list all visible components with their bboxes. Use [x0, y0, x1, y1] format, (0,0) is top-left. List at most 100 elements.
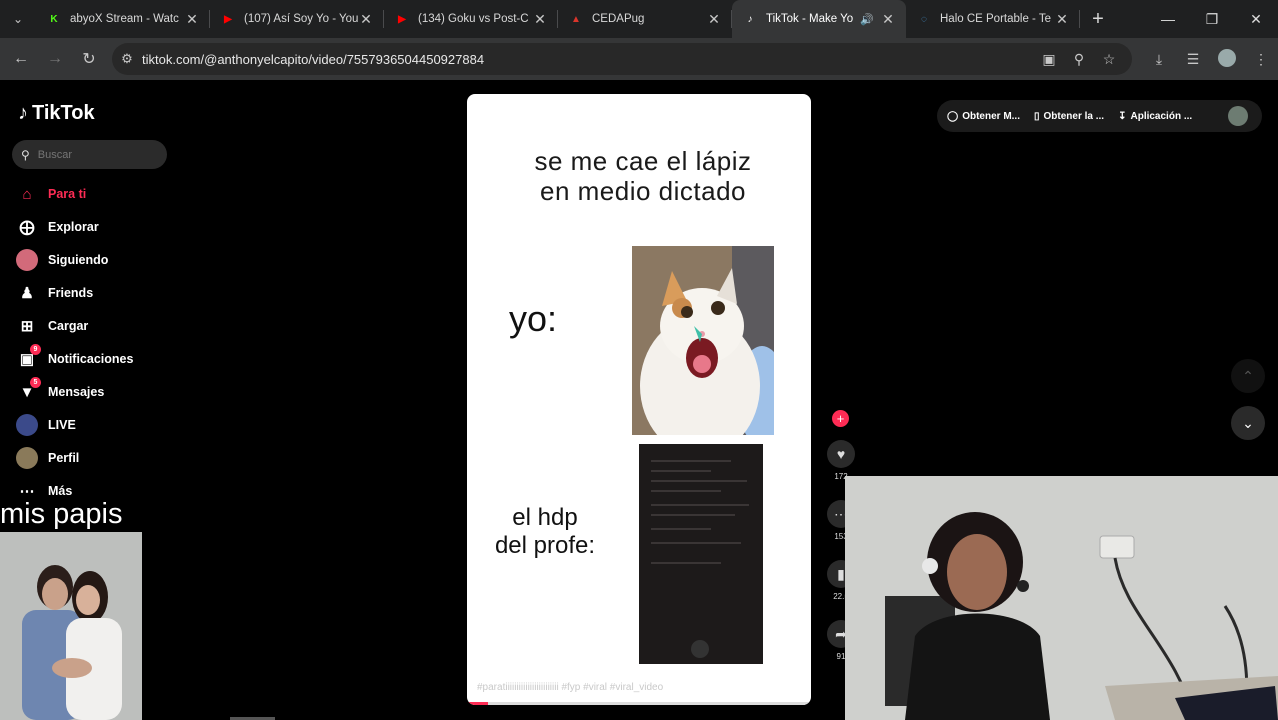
sidebar-item-siguiendo[interactable]: Siguiendo	[16, 248, 108, 272]
speaker-icon[interactable]: 🔊	[860, 13, 874, 26]
sidebar-item-label: Siguiendo	[48, 253, 109, 267]
compass-icon: ⨁	[19, 219, 35, 236]
profile-icon[interactable]	[1210, 48, 1244, 70]
tab-title: TikTok - Make Yo	[766, 13, 854, 25]
toolbar: ← → ↻ ⚙ tiktok.com/@anthonyelcapito/vide…	[0, 38, 1278, 80]
video-progress-bar[interactable]	[467, 702, 811, 705]
inbox-icon: ▣ 9	[16, 344, 41, 370]
tab-title: (134) Goku vs Post-C	[418, 13, 529, 25]
live-icon	[16, 414, 38, 436]
site-settings-icon[interactable]: ⚙	[112, 51, 142, 67]
like-action[interactable]: ♥ 172	[826, 440, 856, 481]
close-tab-icon[interactable]: ✕	[184, 11, 200, 28]
browser-tab[interactable]: ◌ Halo CE Portable - Te ✕	[906, 0, 1080, 38]
coin-icon: ◯	[947, 110, 959, 122]
tab-title: (107) Así Soy Yo - You	[244, 13, 358, 25]
sidebar-item-cargar[interactable]: ⊞ Cargar	[16, 314, 89, 338]
menu-icon[interactable]: ⋮	[1244, 51, 1278, 68]
tiktok-page: ♪ TikTok ⚲ ⌂ Para ti ⨁ Explorar Siguiendo ♟ Fr…	[0, 80, 1278, 720]
user-avatar[interactable]	[1228, 106, 1248, 126]
open-in-app-icon[interactable]: ▣	[1034, 51, 1064, 68]
sidebar-item-para-ti[interactable]: ⌂ Para ti	[16, 182, 86, 206]
sidebar-item-label: Más	[48, 484, 73, 498]
youtube-icon: ▶	[398, 13, 406, 25]
sidebar-item-perfil[interactable]: Perfil	[16, 446, 79, 470]
close-tab-icon[interactable]: ✕	[1054, 11, 1070, 28]
prev-video-chevron-up-icon[interactable]: ⌃	[1231, 359, 1265, 393]
label-yo: yo:	[509, 298, 558, 339]
sidebar-item-notificaciones[interactable]: ▣ 9 Notificaciones	[16, 344, 134, 371]
desktop-app-button[interactable]: ↧ Aplicación ...	[1118, 111, 1192, 122]
notification-badge: 9	[30, 344, 41, 355]
upload-icon: ⊞	[20, 318, 34, 335]
next-video-chevron-down-icon[interactable]: ⌄	[1231, 406, 1265, 440]
browser-tab[interactable]: ▲ CEDAPug ✕	[558, 0, 732, 38]
window-controls: — ❐ ✕	[1146, 0, 1278, 38]
youtube-icon: ▶	[224, 13, 232, 25]
sidebar-item-explorar[interactable]: ⨁ Explorar	[16, 215, 99, 239]
dark-phone-screenshot	[639, 444, 763, 664]
close-tab-icon[interactable]: ✕	[880, 11, 896, 28]
label-hdp: el hdp del profe:	[483, 504, 607, 560]
video-caption: se me cae el lápiz en medio dictado	[467, 146, 811, 206]
bookmark-star-icon[interactable]: ☆	[1094, 51, 1124, 68]
sidebar-item-live[interactable]: LIVE	[16, 413, 76, 437]
tab-title: CEDAPug	[592, 13, 645, 25]
video-hashtags[interactable]: #paratiiiiiiiiiiiiiiiiiiiiiiii #fyp #vir…	[477, 682, 663, 693]
new-tab-button[interactable]: +	[1080, 8, 1116, 31]
downloads-icon[interactable]: ⤓	[1142, 51, 1176, 68]
reload-icon[interactable]: ↻	[72, 42, 106, 76]
address-bar[interactable]: ⚙ tiktok.com/@anthonyelcapito/video/7557…	[112, 43, 1132, 75]
following-avatar-icon	[16, 249, 38, 271]
browser-tab[interactable]: ▶ (107) Así Soy Yo - You ✕	[210, 0, 384, 38]
get-coins-label: Obtener M...	[962, 110, 1020, 122]
hdp-line-1: el hdp	[512, 504, 578, 531]
sidebar-item-label: LIVE	[48, 418, 76, 432]
caption-line-1: se me cae el lápiz	[534, 146, 752, 176]
search-bar[interactable]: ⚲	[12, 140, 167, 169]
tab-search-chevron-icon[interactable]: ⌄	[0, 0, 36, 38]
sidebar-item-label: Explorar	[48, 220, 99, 234]
search-input[interactable]	[37, 148, 148, 161]
cedapug-icon: ▲	[571, 13, 581, 25]
sidebar-item-label: Perfil	[48, 451, 80, 465]
notification-badge: 5	[30, 377, 41, 388]
sidebar-item-mensajes[interactable]: ▼ 5 Mensajes	[16, 377, 105, 404]
tiktok-note-icon: ♪	[18, 102, 28, 124]
webcam-overlay	[845, 476, 1278, 720]
shocked-cat-image	[632, 246, 774, 435]
zoom-icon[interactable]: ⚲	[1064, 51, 1094, 68]
minimize-icon[interactable]: —	[1146, 0, 1190, 38]
tab-title: Halo CE Portable - Te	[940, 13, 1052, 25]
home-icon: ⌂	[22, 185, 32, 203]
back-icon[interactable]: ←	[4, 42, 38, 76]
tiktok-logo[interactable]: ♪ TikTok	[18, 102, 95, 125]
logo-text: TikTok	[32, 102, 95, 124]
video-player[interactable]: se me cae el lápiz en medio dictado yo:	[467, 94, 811, 705]
sidebar-item-label: Para ti	[48, 187, 87, 201]
close-tab-icon[interactable]: ✕	[706, 11, 722, 28]
get-coins-button[interactable]: ◯ Obtener M...	[947, 111, 1020, 122]
media-controls-icon[interactable]: ☰	[1176, 51, 1210, 68]
tiktok-icon: ♪	[747, 13, 753, 25]
url-text[interactable]: tiktok.com/@anthonyelcapito/video/755793…	[142, 52, 484, 67]
close-tab-icon[interactable]: ✕	[358, 11, 374, 28]
restore-icon[interactable]: ❐	[1190, 0, 1234, 38]
sidebar-item-label: Notificaciones	[48, 352, 134, 366]
sidebar-item-label: Mensajes	[48, 385, 105, 399]
follow-plus-icon[interactable]: +	[832, 410, 849, 427]
browser-tab[interactable]: ♪ TikTok - Make Yo 🔊 ✕	[732, 0, 906, 38]
profile-avatar-icon	[16, 447, 38, 469]
halo-icon: ◌	[921, 13, 927, 25]
get-app-button[interactable]: ▯ Obtener la ...	[1034, 111, 1104, 122]
close-tab-icon[interactable]: ✕	[532, 11, 548, 28]
sidebar-item-friends[interactable]: ♟ Friends	[16, 281, 93, 305]
heart-icon[interactable]: ♥	[827, 440, 855, 468]
kick-icon: K	[50, 13, 58, 25]
close-window-icon[interactable]: ✕	[1234, 0, 1278, 38]
search-icon: ⚲	[21, 147, 30, 162]
forward-icon[interactable]: →	[38, 42, 72, 76]
browser-tab[interactable]: KabyoX Stream - Watc ✕	[36, 0, 210, 38]
browser-tab[interactable]: ▶ (134) Goku vs Post-C ✕	[384, 0, 558, 38]
send-icon: ▼ 5	[16, 377, 41, 403]
